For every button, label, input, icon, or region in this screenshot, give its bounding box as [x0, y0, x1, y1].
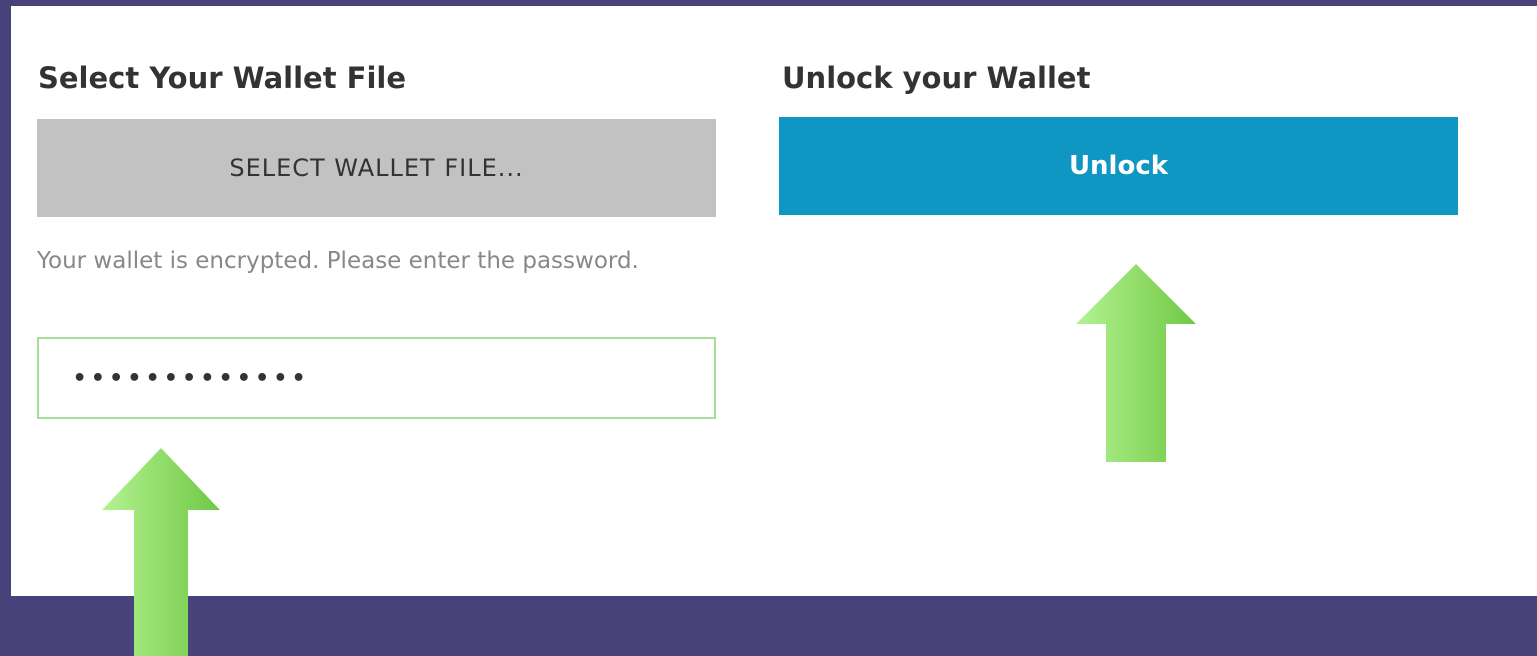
unlock-wallet-heading: Unlock your Wallet [782, 61, 1091, 95]
password-field[interactable]: ••••••••••••• [37, 337, 716, 419]
unlock-button[interactable]: Unlock [779, 117, 1458, 215]
arrow-up-icon [1076, 264, 1196, 462]
arrow-up-icon [102, 448, 220, 656]
wallet-panel: Select Your Wallet File Unlock your Wall… [11, 6, 1537, 596]
password-value: ••••••••••••• [73, 365, 311, 391]
select-wallet-file-button[interactable]: SELECT WALLET FILE... [37, 119, 716, 217]
password-help-text: Your wallet is encrypted. Please enter t… [37, 248, 639, 274]
select-wallet-heading: Select Your Wallet File [38, 61, 407, 95]
